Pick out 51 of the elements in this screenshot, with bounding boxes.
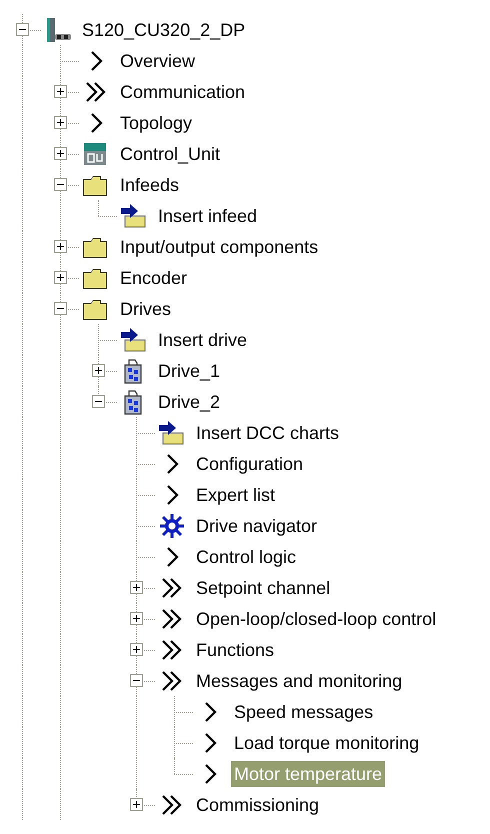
- expand-button[interactable]: [54, 147, 67, 160]
- collapse-button[interactable]: [16, 23, 29, 36]
- tree-item[interactable]: Expert list: [193, 482, 278, 508]
- plus-icon: [132, 614, 141, 623]
- tree-item[interactable]: Control_Unit: [117, 140, 224, 166]
- plus-icon: [94, 366, 103, 375]
- tree-item[interactable]: Functions: [193, 636, 278, 662]
- expand-button[interactable]: [54, 271, 67, 284]
- expand-button[interactable]: [54, 116, 67, 129]
- collapse-button[interactable]: [130, 674, 143, 687]
- tree-item[interactable]: Topology: [117, 110, 196, 136]
- tree-item[interactable]: Encoder: [117, 264, 190, 290]
- tree-item[interactable]: Insert DCC charts: [193, 420, 342, 446]
- expand-button[interactable]: [130, 643, 143, 656]
- plus-icon: [132, 583, 141, 592]
- expand-button[interactable]: [54, 85, 67, 98]
- tree-item[interactable]: Drive_1: [155, 358, 224, 384]
- tree-item[interactable]: Communication: [117, 78, 248, 104]
- tree-item[interactable]: Infeeds: [117, 172, 182, 198]
- tree-item[interactable]: Messages and monitoring: [193, 668, 406, 694]
- expand-button[interactable]: [92, 364, 105, 377]
- tree-item[interactable]: Open-loop/closed-loop control: [193, 606, 440, 632]
- tree-item[interactable]: Configuration: [193, 450, 306, 476]
- plus-icon: [56, 87, 65, 96]
- plus-icon: [56, 273, 65, 282]
- plus-icon: [56, 242, 65, 251]
- tree-item[interactable]: Drive_2: [155, 388, 224, 414]
- tree-item[interactable]: Overview: [117, 48, 198, 74]
- expand-button[interactable]: [130, 612, 143, 625]
- tree-item[interactable]: Control logic: [193, 544, 300, 570]
- collapse-button[interactable]: [54, 302, 67, 315]
- tree-item[interactable]: Insert drive: [155, 326, 250, 352]
- plus-icon: [56, 149, 65, 158]
- plus-icon: [132, 800, 141, 809]
- expand-button[interactable]: [130, 798, 143, 811]
- collapse-button[interactable]: [54, 178, 67, 191]
- tree-item[interactable]: S120_CU320_2_DP: [79, 16, 248, 42]
- tree-item[interactable]: Insert infeed: [155, 202, 260, 228]
- tree-item[interactable]: Setpoint channel: [193, 574, 334, 600]
- collapse-button[interactable]: [92, 395, 105, 408]
- plus-icon: [132, 645, 141, 654]
- plus-icon: [56, 118, 65, 127]
- tree-item[interactable]: Commissioning: [193, 792, 322, 818]
- tree-item[interactable]: Drive navigator: [193, 512, 320, 538]
- tree-item[interactable]: Load torque monitoring: [231, 730, 422, 756]
- tree-item[interactable]: Input/output components: [117, 234, 322, 260]
- expand-button[interactable]: [54, 240, 67, 253]
- expand-button[interactable]: [130, 581, 143, 594]
- tree-item[interactable]: Drives: [117, 296, 174, 322]
- gear-icon: [157, 512, 187, 540]
- tree-item[interactable]: Speed messages: [231, 698, 376, 724]
